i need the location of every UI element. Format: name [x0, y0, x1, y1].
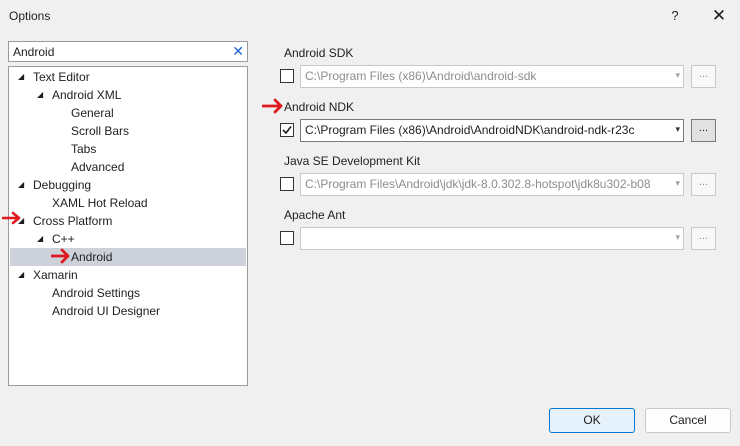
chevron-down-icon[interactable]: ▾ — [675, 178, 680, 189]
tree-item-label: Android UI Designer — [52, 304, 161, 318]
tree-item-label: Android Settings — [52, 286, 141, 300]
ok-button[interactable]: OK — [549, 408, 635, 433]
android-ndk-label: Android NDK — [284, 100, 355, 114]
android-sdk-checkbox[interactable] — [280, 69, 294, 83]
tree-item-text-editor[interactable]: ◢ Text Editor — [10, 68, 246, 86]
tree-item-xamarin[interactable]: ◢ Xamarin — [10, 266, 246, 284]
close-button[interactable]: ✕ — [706, 4, 732, 28]
tree-item-label: Android — [71, 250, 113, 264]
tree-item-label: Debugging — [33, 178, 92, 192]
title-bar: Options ? ✕ — [0, 0, 740, 32]
android-ndk-path: C:\Program Files (x86)\Android\AndroidND… — [305, 123, 635, 137]
tree-item-label: Android XML — [52, 88, 122, 102]
tree-item-debugging[interactable]: ◢ Debugging — [10, 176, 246, 194]
java-jdk-path: C:\Program Files\Android\jdk\jdk-8.0.302… — [305, 177, 651, 191]
tree-item-android-xml[interactable]: ◢ Android XML — [10, 86, 246, 104]
java-jdk-path-combo[interactable]: C:\Program Files\Android\jdk\jdk-8.0.302… — [300, 173, 684, 196]
java-jdk-checkbox[interactable] — [280, 177, 294, 191]
red-arrow-icon — [2, 211, 21, 225]
options-tree: ◢ Text Editor ◢ Android XML General Scro… — [8, 66, 248, 386]
cancel-button[interactable]: Cancel — [645, 408, 731, 433]
android-ndk-path-combo[interactable]: C:\Program Files (x86)\Android\AndroidND… — [300, 119, 684, 142]
expander-icon[interactable]: ◢ — [37, 230, 47, 248]
tree-item-scroll-bars[interactable]: Scroll Bars — [10, 122, 246, 140]
tree-item-cpp[interactable]: ◢ C++ — [10, 230, 246, 248]
expander-icon[interactable]: ◢ — [18, 266, 28, 284]
tree-item-android-settings[interactable]: Android Settings — [10, 284, 246, 302]
expander-icon[interactable]: ◢ — [37, 86, 47, 104]
tree-item-advanced[interactable]: Advanced — [10, 158, 246, 176]
clear-search-icon[interactable]: ✕ — [232, 42, 244, 60]
android-ndk-checkbox[interactable] — [280, 123, 294, 137]
red-arrow-icon — [51, 248, 70, 264]
apache-ant-label: Apache Ant — [284, 208, 346, 222]
search-input[interactable] — [13, 44, 223, 59]
tree-item-label: Xamarin — [33, 268, 78, 282]
tree-item-xaml-hot-reload[interactable]: XAML Hot Reload — [10, 194, 246, 212]
android-sdk-path-combo[interactable]: C:\Program Files (x86)\Android\android-s… — [300, 65, 684, 88]
tree-item-android[interactable]: Android — [10, 248, 246, 266]
expander-icon[interactable]: ◢ — [18, 176, 28, 194]
tree-item-label: General — [71, 106, 114, 120]
tree-item-label: Tabs — [71, 142, 97, 156]
java-jdk-browse-button[interactable]: ... — [691, 173, 716, 196]
tree-item-tabs[interactable]: Tabs — [10, 140, 246, 158]
apache-ant-checkbox[interactable] — [280, 231, 294, 245]
window-title: Options — [9, 9, 51, 23]
tree-item-label: XAML Hot Reload — [52, 196, 148, 210]
tree-item-label: Text Editor — [33, 70, 90, 84]
android-sdk-label: Android SDK — [284, 46, 354, 60]
apache-ant-path-combo[interactable]: ▾ — [300, 227, 684, 250]
chevron-down-icon[interactable]: ▾ — [675, 124, 680, 135]
tree-item-general[interactable]: General — [10, 104, 246, 122]
android-sdk-path: C:\Program Files (x86)\Android\android-s… — [305, 69, 537, 83]
expander-icon[interactable]: ◢ — [18, 68, 28, 86]
red-arrow-icon — [262, 98, 283, 114]
tree-item-android-ui-designer[interactable]: Android UI Designer — [10, 302, 246, 320]
apache-ant-browse-button[interactable]: ... — [691, 227, 716, 250]
tree-item-cross-platform[interactable]: ◢ Cross Platform — [10, 212, 246, 230]
chevron-down-icon[interactable]: ▾ — [675, 70, 680, 81]
java-jdk-label: Java SE Development Kit — [284, 154, 421, 168]
chevron-down-icon[interactable]: ▾ — [675, 232, 680, 243]
tree-item-label: C++ — [52, 232, 75, 246]
search-box: ✕ — [8, 41, 248, 62]
checkmark-icon — [282, 126, 292, 135]
tree-item-label: Advanced — [71, 160, 125, 174]
help-button[interactable]: ? — [664, 4, 686, 28]
android-sdk-browse-button[interactable]: ... — [691, 65, 716, 88]
tree-item-label: Scroll Bars — [71, 124, 130, 138]
tree-item-label: Cross Platform — [33, 214, 113, 228]
android-ndk-browse-button[interactable]: ... — [691, 119, 716, 142]
